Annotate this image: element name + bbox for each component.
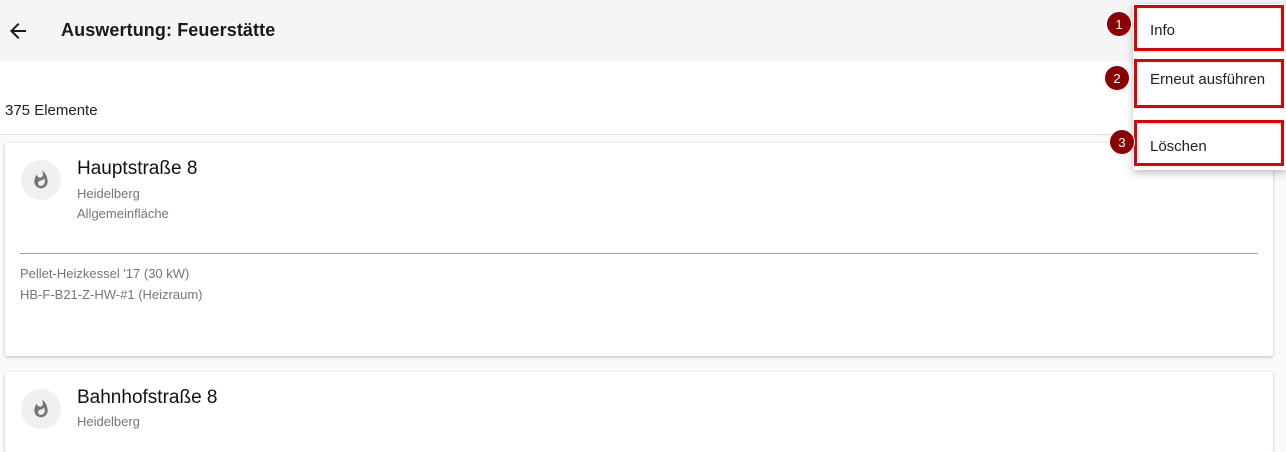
card-detail-device: Pellet-Heizkessel '17 (30 kW)	[20, 266, 190, 281]
menu-item-label: Info	[1150, 22, 1176, 39]
card-city: Heidelberg	[77, 186, 140, 201]
menu-item-rerun[interactable]: Erneut ausführen	[1134, 59, 1284, 108]
app-bar: Auswertung: Feuerstätte	[0, 0, 1286, 62]
menu-item-info[interactable]: Info	[1134, 5, 1284, 51]
flame-icon	[21, 160, 61, 200]
step-marker-2: 2	[1104, 65, 1130, 91]
step-marker-3: 3	[1109, 129, 1135, 155]
menu-item-label: Erneut ausführen	[1150, 71, 1266, 88]
card-title: Hauptstraße 8	[77, 158, 198, 179]
step-marker-1: 1	[1106, 11, 1132, 37]
main-content: 375 Elemente Hauptstraße 8 Heidelberg Al…	[0, 62, 1286, 452]
back-arrow-icon[interactable]	[6, 19, 30, 43]
card-area: Allgemeinfläche	[77, 206, 169, 221]
menu-item-delete[interactable]: Löschen	[1134, 120, 1284, 166]
divider	[20, 253, 1258, 254]
list-item[interactable]: Hauptstraße 8 Heidelberg Allgemeinfläche…	[5, 143, 1273, 356]
overflow-menu: Info Erneut ausführen Löschen	[1133, 4, 1286, 170]
card-detail-location: HB-F-B21-Z-HW-#1 (Heizraum)	[20, 287, 203, 302]
flame-icon	[21, 389, 61, 429]
count-bar: 375 Elemente	[0, 62, 1286, 135]
card-title: Bahnhofstraße 8	[77, 387, 218, 408]
page-title: Auswertung: Feuerstätte	[61, 20, 276, 40]
list-item[interactable]: Bahnhofstraße 8 Heidelberg	[5, 372, 1273, 452]
element-count: 375 Elemente	[5, 102, 98, 119]
menu-item-label: Löschen	[1150, 138, 1207, 155]
